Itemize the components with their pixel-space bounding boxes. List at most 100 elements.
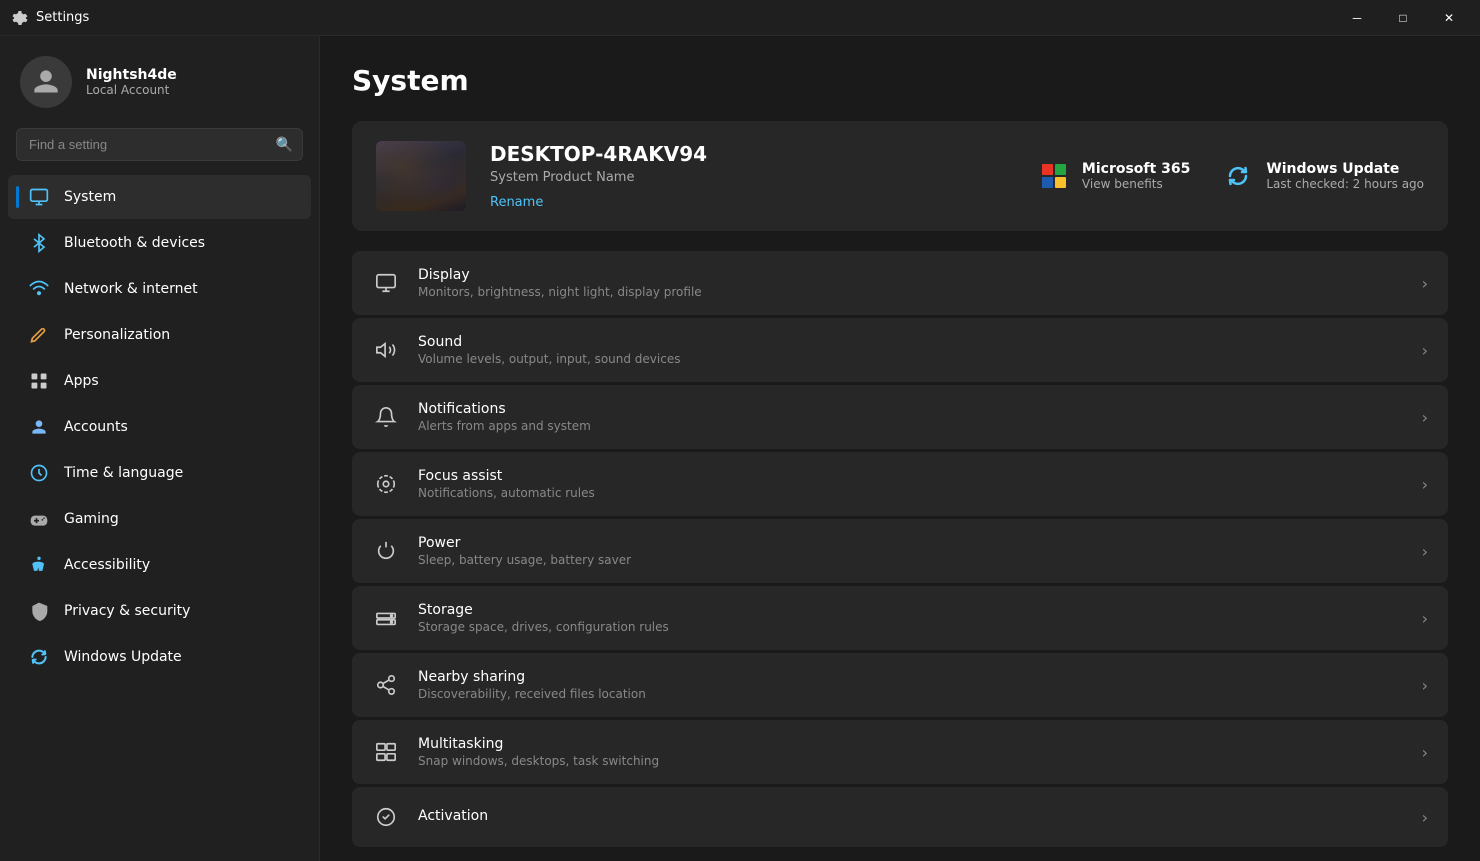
user-type: Local Account	[86, 83, 177, 97]
storage-desc: Storage space, drives, configuration rul…	[418, 620, 1404, 634]
system-icon	[28, 186, 50, 208]
app-container: Nightsh4de Local Account 🔍 System	[0, 36, 1480, 861]
bluetooth-icon	[28, 232, 50, 254]
notifications-desc: Alerts from apps and system	[418, 419, 1404, 433]
sidebar-item-bluetooth[interactable]: Bluetooth & devices	[8, 221, 311, 265]
settings-item-activation[interactable]: Activation ›	[352, 787, 1448, 847]
titlebar-left: Settings	[12, 10, 89, 26]
ms365-item[interactable]: Microsoft 365 View benefits	[1038, 160, 1190, 192]
card-extras: Microsoft 365 View benefits	[1038, 160, 1424, 192]
sidebar-item-privacy[interactable]: Privacy & security	[8, 589, 311, 633]
computer-image	[376, 141, 466, 211]
focus-title: Focus assist	[418, 468, 1404, 484]
ms365-cell-blue	[1042, 177, 1053, 188]
multitasking-chevron: ›	[1422, 743, 1428, 762]
nearby-text: Nearby sharing Discoverability, received…	[418, 669, 1404, 701]
bluetooth-label: Bluetooth & devices	[64, 235, 205, 251]
display-desc: Monitors, brightness, night light, displ…	[418, 285, 1404, 299]
power-title: Power	[418, 535, 1404, 551]
display-text: Display Monitors, brightness, night ligh…	[418, 267, 1404, 299]
display-chevron: ›	[1422, 274, 1428, 293]
sidebar-item-accounts[interactable]: Accounts	[8, 405, 311, 449]
personalization-label: Personalization	[64, 327, 170, 343]
focus-chevron: ›	[1422, 475, 1428, 494]
sidebar-item-time[interactable]: Time & language	[8, 451, 311, 495]
computer-details: DESKTOP-4RAKV94 System Product Name Rena…	[490, 142, 1014, 210]
ms365-subtitle: View benefits	[1082, 177, 1190, 191]
power-chevron: ›	[1422, 542, 1428, 561]
focus-text: Focus assist Notifications, automatic ru…	[418, 468, 1404, 500]
settings-item-display[interactable]: Display Monitors, brightness, night ligh…	[352, 251, 1448, 315]
sidebar: Nightsh4de Local Account 🔍 System	[0, 36, 320, 861]
ms365-text: Microsoft 365 View benefits	[1082, 161, 1190, 191]
storage-icon	[372, 604, 400, 632]
update-circle-icon	[1226, 164, 1250, 188]
ms365-cell-red	[1042, 164, 1053, 175]
accounts-label: Accounts	[64, 419, 128, 435]
settings-item-power[interactable]: Power Sleep, battery usage, battery save…	[352, 519, 1448, 583]
accounts-icon	[28, 416, 50, 438]
settings-item-focus[interactable]: Focus assist Notifications, automatic ru…	[352, 452, 1448, 516]
settings-item-nearby[interactable]: Nearby sharing Discoverability, received…	[352, 653, 1448, 717]
page-title: System	[352, 64, 1448, 97]
close-button[interactable]: ✕	[1426, 2, 1472, 34]
activation-title: Activation	[418, 808, 1404, 824]
windows-update-item[interactable]: Windows Update Last checked: 2 hours ago	[1222, 160, 1424, 192]
activation-text: Activation	[418, 808, 1404, 826]
minimize-button[interactable]: ─	[1334, 2, 1380, 34]
sidebar-item-apps[interactable]: Apps	[8, 359, 311, 403]
nearby-desc: Discoverability, received files location	[418, 687, 1404, 701]
settings-item-storage[interactable]: Storage Storage space, drives, configura…	[352, 586, 1448, 650]
main-content: System DESKTOP-4RAKV94 System Product Na…	[320, 36, 1480, 861]
network-icon	[28, 278, 50, 300]
rename-link[interactable]: Rename	[490, 195, 543, 210]
avatar	[20, 56, 72, 108]
person-icon	[32, 68, 60, 96]
sidebar-item-gaming[interactable]: Gaming	[8, 497, 311, 541]
privacy-icon	[28, 600, 50, 622]
storage-title: Storage	[418, 602, 1404, 618]
ms365-cell-green	[1055, 164, 1066, 175]
windows-update-icon	[28, 646, 50, 668]
nearby-chevron: ›	[1422, 676, 1428, 695]
power-icon	[372, 537, 400, 565]
sidebar-item-network[interactable]: Network & internet	[8, 267, 311, 311]
sidebar-item-personalization[interactable]: Personalization	[8, 313, 311, 357]
wu-subtitle: Last checked: 2 hours ago	[1266, 177, 1424, 191]
settings-item-sound[interactable]: Sound Volume levels, output, input, soun…	[352, 318, 1448, 382]
activation-icon	[372, 803, 400, 831]
sound-icon	[372, 336, 400, 364]
multitasking-text: Multitasking Snap windows, desktops, tas…	[418, 736, 1404, 768]
notifications-text: Notifications Alerts from apps and syste…	[418, 401, 1404, 433]
computer-image-texture	[376, 141, 466, 211]
user-profile[interactable]: Nightsh4de Local Account	[0, 36, 319, 124]
wu-text: Windows Update Last checked: 2 hours ago	[1266, 161, 1424, 191]
computer-name: DESKTOP-4RAKV94	[490, 142, 1014, 166]
storage-chevron: ›	[1422, 609, 1428, 628]
ms365-icon	[1038, 160, 1070, 192]
multitasking-desc: Snap windows, desktops, task switching	[418, 754, 1404, 768]
gaming-label: Gaming	[64, 511, 119, 527]
settings-item-multitasking[interactable]: Multitasking Snap windows, desktops, tas…	[352, 720, 1448, 784]
search-input[interactable]	[16, 128, 303, 161]
accessibility-label: Accessibility	[64, 557, 150, 573]
display-icon	[372, 269, 400, 297]
power-text: Power Sleep, battery usage, battery save…	[418, 535, 1404, 567]
titlebar-controls: ─ □ ✕	[1334, 2, 1472, 34]
gaming-icon	[28, 508, 50, 530]
sound-chevron: ›	[1422, 341, 1428, 360]
sound-desc: Volume levels, output, input, sound devi…	[418, 352, 1404, 366]
activation-chevron: ›	[1422, 808, 1428, 827]
notifications-title: Notifications	[418, 401, 1404, 417]
settings-item-notifications[interactable]: Notifications Alerts from apps and syste…	[352, 385, 1448, 449]
sidebar-item-system[interactable]: System	[8, 175, 311, 219]
titlebar-title: Settings	[36, 10, 89, 25]
system-label: System	[64, 189, 116, 205]
sidebar-item-accessibility[interactable]: Accessibility	[8, 543, 311, 587]
maximize-button[interactable]: □	[1380, 2, 1426, 34]
storage-text: Storage Storage space, drives, configura…	[418, 602, 1404, 634]
focus-icon	[372, 470, 400, 498]
search-icon: 🔍	[276, 137, 293, 153]
power-desc: Sleep, battery usage, battery saver	[418, 553, 1404, 567]
sidebar-item-update[interactable]: Windows Update	[8, 635, 311, 679]
